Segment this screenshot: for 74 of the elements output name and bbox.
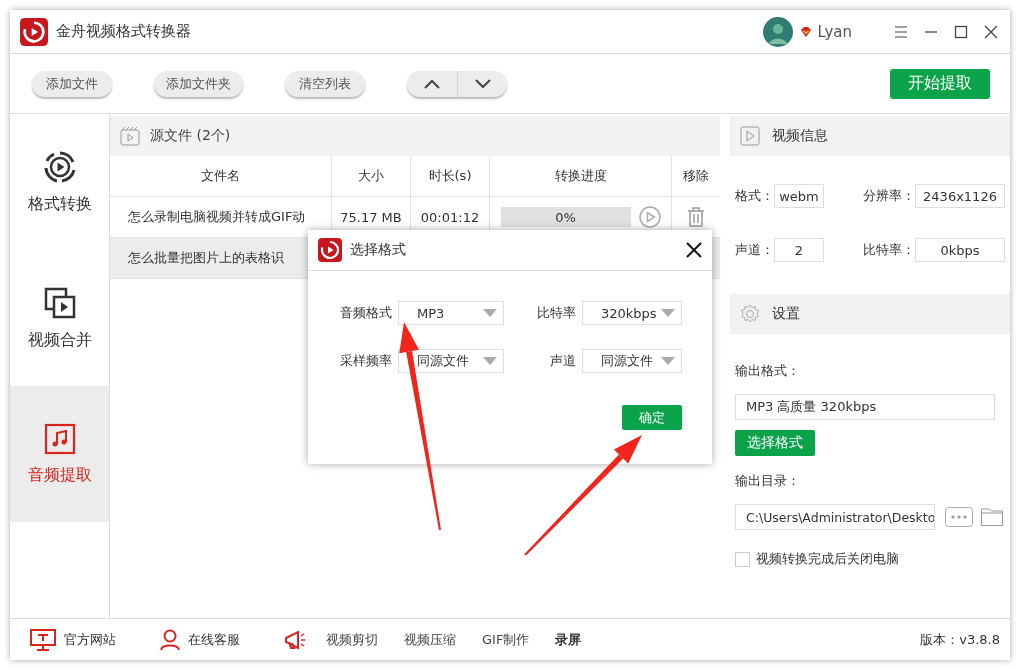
footer-link[interactable]: 在线客服 [188,630,240,649]
dropdown[interactable]: 同源文件 [398,349,504,373]
file-name: 怎么录制电脑视频并转成GIF动 [128,208,306,226]
section-title: 设置 [772,305,800,323]
info-field: 2436x1126 [915,184,1005,208]
field-label: 声道： [735,241,774,259]
window-title: 金舟视频格式转换器 [56,22,191,41]
merge-video-icon [42,285,77,320]
dropdown-arrow-icon [483,357,497,365]
music-note-icon [43,422,76,455]
monitor-icon [30,628,56,651]
app-logo-icon [20,17,48,46]
trash-icon[interactable] [687,207,705,227]
dropdown-arrow-icon [661,357,675,365]
toolbar-button[interactable]: 添加文件 [32,70,112,97]
sidebar-item[interactable]: 视频合并 [10,250,109,386]
field-label: 输出目录： [734,472,801,490]
checkbox[interactable] [735,551,750,567]
sidebar-item[interactable]: 音频提取 [10,386,109,522]
column-header: 大小 [332,156,411,196]
column-header: 时长(s) [411,156,490,196]
field-label: 分辨率： [863,187,915,205]
field-label: 输出格式： [734,362,801,380]
dropdown[interactable]: 同源文件 [582,349,682,373]
chevron-down-icon [474,78,491,89]
column-header: 文件名 [110,156,332,196]
megaphone-icon[interactable] [284,629,306,650]
diamond-icon [799,24,814,39]
output-format-field[interactable]: MP3 高质量 320kbps [735,394,995,420]
field-label: 采样频率 [339,352,393,370]
dialog-title: 选择格式 [350,241,406,259]
tool-link[interactable]: GIF制作 [482,630,530,649]
dropdown[interactable]: 320kbps [582,301,682,325]
progress-reading: 0% [555,209,576,225]
column-header: 移除 [682,167,710,185]
dropdown-arrow-icon [483,309,497,317]
file-name: 怎么批量把图片上的表格识 [128,249,284,267]
tool-link[interactable]: 录屏 [555,630,582,649]
info-field: 2 [774,238,824,262]
field-label: 比特率： [863,241,915,259]
section-title: 视频信息 [772,127,828,145]
toolbar-button[interactable]: 添加文件夹 [154,70,243,97]
file-size: 75.17 MB [340,209,402,225]
more-button-icon[interactable] [945,507,973,527]
sidebar-item[interactable]: 格式转换 [10,114,109,250]
toolbar-button[interactable]: 清空列表 [285,70,365,97]
field-label: 音频格式 [339,304,393,322]
column-header: 转换进度 [490,156,672,196]
field-label: 声道 [549,352,577,370]
app-logo-icon [318,238,342,262]
version-label: 版本：v3.8.8 [920,630,1000,649]
file-duration: 00:01:12 [420,209,480,225]
folder-icon[interactable] [981,508,1003,526]
video-file-icon [120,126,140,146]
footer-link[interactable]: 官方网站 [64,630,116,649]
tool-link[interactable]: 视频压缩 [404,630,456,649]
close-icon[interactable] [686,242,702,258]
checkbox-label: 视频转换完成后关闭电脑 [756,550,899,568]
dropdown-arrow-icon [661,309,675,317]
avatar-icon[interactable] [763,16,794,47]
settings-icon [740,304,760,324]
info-field: webm [774,184,824,208]
output-dir-field[interactable]: C:\Users\Administrator\Deskto [735,504,935,530]
field-label: 比特率 [536,304,577,322]
section-title: 源文件 (2个) [150,127,231,145]
play-circle-icon [42,149,77,184]
chevron-up-icon [424,78,440,89]
tool-link[interactable]: 视频剪切 [326,630,378,649]
person-icon [160,628,180,651]
field-label: 格式： [735,187,774,205]
play-square-icon [740,126,760,146]
info-field: 0kbps [915,238,1005,262]
user-name[interactable]: Lyan [817,22,852,41]
dropdown[interactable]: MP3 [398,301,504,325]
